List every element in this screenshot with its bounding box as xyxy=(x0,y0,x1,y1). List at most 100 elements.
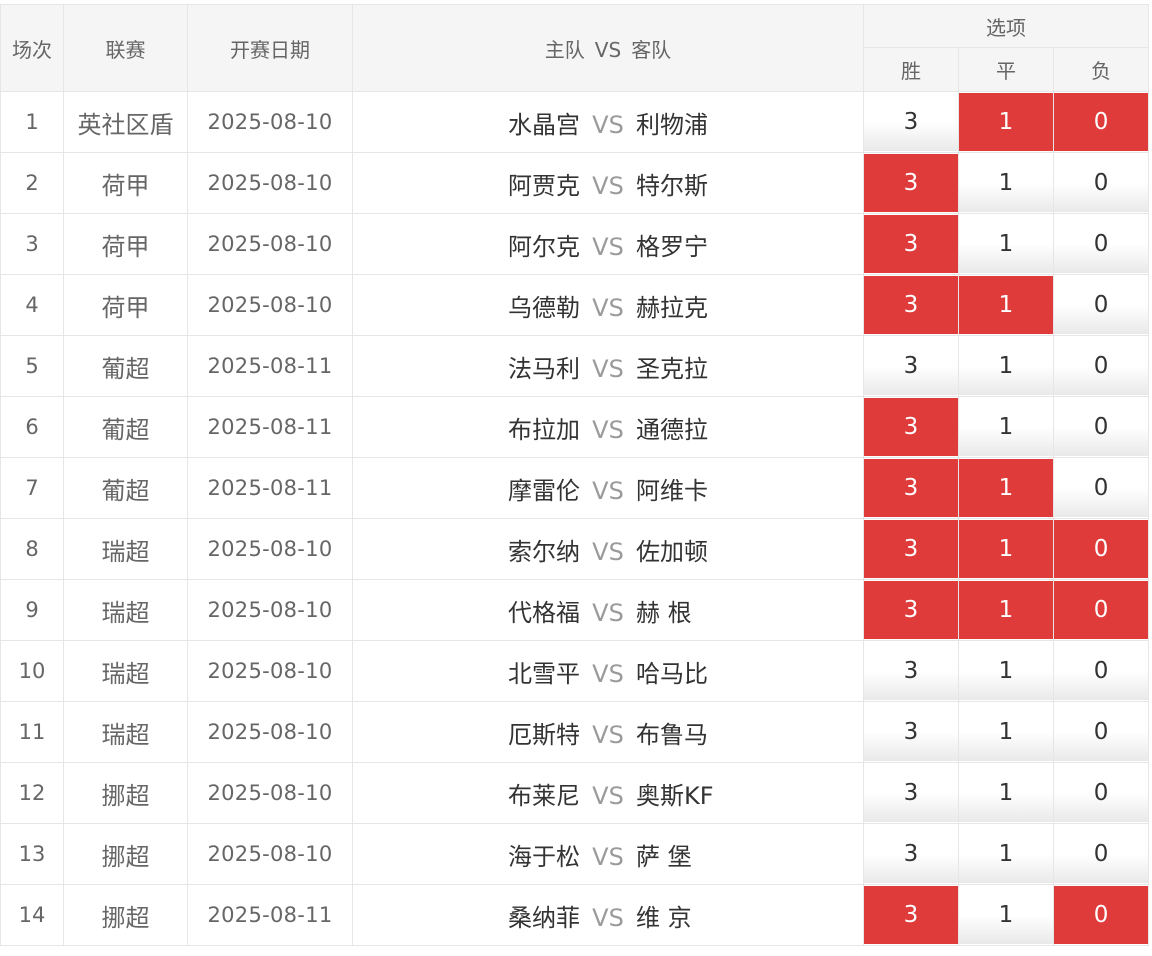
match-teams: 阿尔克 VS 格罗宁 xyxy=(352,213,864,275)
league-name: 瑞超 xyxy=(63,518,188,580)
home-team: 海于松 xyxy=(508,842,580,871)
option-loss-button[interactable]: 0 xyxy=(1054,276,1149,334)
option-cell-win: 3 xyxy=(863,762,959,824)
away-team: 佐加顿 xyxy=(636,537,708,566)
league-name: 英社区盾 xyxy=(63,91,188,153)
match-number: 14 xyxy=(0,884,64,946)
option-draw-button[interactable]: 1 xyxy=(959,337,1053,395)
option-cell-loss: 0 xyxy=(1052,335,1150,397)
header-home: 主队 xyxy=(544,37,585,62)
option-draw-button[interactable]: 1 xyxy=(959,93,1053,151)
option-loss-button[interactable]: 0 xyxy=(1054,93,1149,151)
option-draw-button[interactable]: 1 xyxy=(959,825,1053,883)
table-header: 场次 联赛 开赛日期 主队 VS 客队 选项 胜 平 负 xyxy=(0,4,1150,92)
home-team: 法马利 xyxy=(508,354,580,383)
option-win-button[interactable]: 3 xyxy=(864,764,958,822)
option-draw-button[interactable]: 1 xyxy=(959,581,1053,639)
option-loss-button[interactable]: 0 xyxy=(1054,825,1149,883)
away-team: 奥斯KF xyxy=(636,781,714,810)
away-team: 通德拉 xyxy=(636,415,708,444)
table-row: 6 葡超 2025-08-11 布拉加 VS 通德拉 3 1 0 xyxy=(0,396,1150,458)
match-teams: 海于松 VS 萨 堡 xyxy=(352,823,864,885)
option-cell-win: 3 xyxy=(863,823,959,885)
option-draw-button[interactable]: 1 xyxy=(959,398,1053,456)
home-team: 北雪平 xyxy=(508,659,580,688)
option-draw-button[interactable]: 1 xyxy=(959,459,1053,517)
vs-label: VS xyxy=(592,232,624,261)
option-draw-button[interactable]: 1 xyxy=(959,642,1053,700)
match-number: 3 xyxy=(0,213,64,275)
option-loss-button[interactable]: 0 xyxy=(1054,154,1149,212)
option-win-button[interactable]: 3 xyxy=(864,337,958,395)
match-table: 场次 联赛 开赛日期 主队 VS 客队 选项 胜 平 负 1 英社区盾 2025-08-… xyxy=(0,4,1150,946)
vs-label: VS xyxy=(592,537,624,566)
table-row: 12 挪超 2025-08-10 布莱尼 VS 奥斯KF 3 1 0 xyxy=(0,762,1150,824)
league-name: 荷甲 xyxy=(63,152,188,214)
match-teams: 桑纳菲 VS 维 京 xyxy=(352,884,864,946)
home-team: 摩雷伦 xyxy=(508,476,580,505)
match-teams: 索尔纳 VS 佐加顿 xyxy=(352,518,864,580)
option-win-button[interactable]: 3 xyxy=(864,459,958,517)
match-date: 2025-08-10 xyxy=(187,152,353,214)
table-body: 1 英社区盾 2025-08-10 水晶宫 VS 利物浦 3 1 0 2 荷甲 2025-08-10 阿… xyxy=(0,91,1150,946)
option-draw-button[interactable]: 1 xyxy=(959,703,1053,761)
match-date: 2025-08-10 xyxy=(187,518,353,580)
option-win-button[interactable]: 3 xyxy=(864,520,958,578)
option-cell-loss: 0 xyxy=(1052,701,1150,763)
option-loss-button[interactable]: 0 xyxy=(1054,581,1149,639)
home-team: 代格福 xyxy=(508,598,580,627)
away-team: 布鲁马 xyxy=(636,720,708,749)
match-date: 2025-08-10 xyxy=(187,274,353,336)
option-win-button[interactable]: 3 xyxy=(864,642,958,700)
option-cell-win: 3 xyxy=(863,152,959,214)
option-draw-button[interactable]: 1 xyxy=(959,886,1053,944)
option-cell-win: 3 xyxy=(863,579,959,641)
option-win-button[interactable]: 3 xyxy=(864,93,958,151)
away-team: 维 京 xyxy=(636,903,692,932)
option-win-button[interactable]: 3 xyxy=(864,825,958,883)
option-loss-button[interactable]: 0 xyxy=(1054,642,1149,700)
match-date: 2025-08-11 xyxy=(187,335,353,397)
option-cell-draw: 1 xyxy=(958,274,1054,336)
match-number: 13 xyxy=(0,823,64,885)
option-loss-button[interactable]: 0 xyxy=(1054,398,1149,456)
away-team: 萨 堡 xyxy=(636,842,692,871)
match-teams: 代格福 VS 赫 根 xyxy=(352,579,864,641)
option-win-button[interactable]: 3 xyxy=(864,581,958,639)
option-draw-button[interactable]: 1 xyxy=(959,154,1053,212)
option-win-button[interactable]: 3 xyxy=(864,703,958,761)
league-name: 瑞超 xyxy=(63,701,188,763)
option-cell-draw: 1 xyxy=(958,762,1054,824)
option-win-button[interactable]: 3 xyxy=(864,215,958,273)
option-win-button[interactable]: 3 xyxy=(864,886,958,944)
option-loss-button[interactable]: 0 xyxy=(1054,703,1149,761)
away-team: 赫 根 xyxy=(636,598,692,627)
league-name: 荷甲 xyxy=(63,274,188,336)
option-loss-button[interactable]: 0 xyxy=(1054,215,1149,273)
option-win-button[interactable]: 3 xyxy=(864,154,958,212)
league-name: 瑞超 xyxy=(63,579,188,641)
option-win-button[interactable]: 3 xyxy=(864,398,958,456)
option-loss-button[interactable]: 0 xyxy=(1054,520,1149,578)
match-teams: 阿贾克 VS 特尔斯 xyxy=(352,152,864,214)
match-number: 12 xyxy=(0,762,64,824)
option-win-button[interactable]: 3 xyxy=(864,276,958,334)
option-cell-win: 3 xyxy=(863,274,959,336)
option-loss-button[interactable]: 0 xyxy=(1054,337,1149,395)
option-draw-button[interactable]: 1 xyxy=(959,276,1053,334)
option-cell-loss: 0 xyxy=(1052,579,1150,641)
option-draw-button[interactable]: 1 xyxy=(959,215,1053,273)
option-loss-button[interactable]: 0 xyxy=(1054,764,1149,822)
option-loss-button[interactable]: 0 xyxy=(1054,459,1149,517)
option-cell-win: 3 xyxy=(863,396,959,458)
table-row: 14 挪超 2025-08-11 桑纳菲 VS 维 京 310 xyxy=(0,884,1150,946)
option-draw-button[interactable]: 1 xyxy=(959,520,1053,578)
option-draw-button[interactable]: 1 xyxy=(959,764,1053,822)
option-cell-loss: 0 xyxy=(1052,152,1150,214)
match-date: 2025-08-10 xyxy=(187,213,353,275)
match-teams: 布拉加 VS 通德拉 xyxy=(352,396,864,458)
option-cell-draw: 1 xyxy=(958,518,1054,580)
vs-label: VS xyxy=(592,354,624,383)
option-loss-button[interactable]: 0 xyxy=(1054,886,1149,944)
match-date: 2025-08-10 xyxy=(187,579,353,641)
